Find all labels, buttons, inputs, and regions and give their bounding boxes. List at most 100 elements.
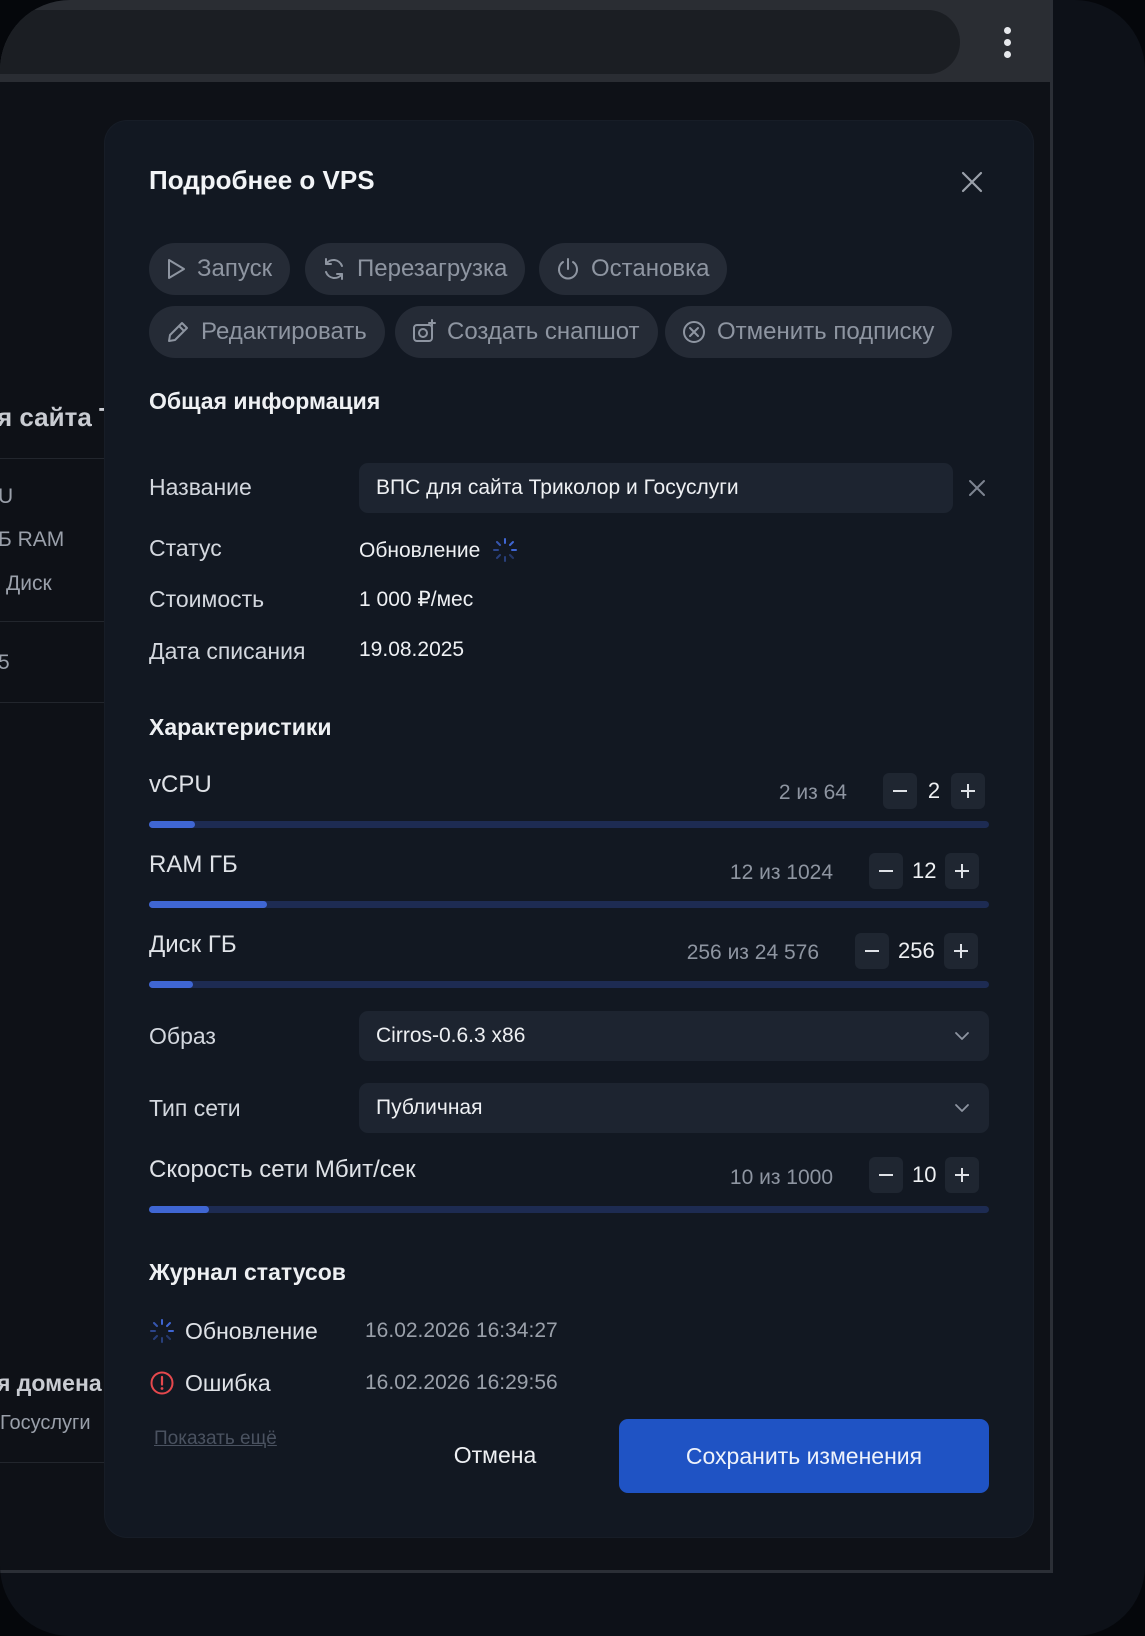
chevron-down-icon: [955, 1104, 969, 1112]
bg-text: Б RAM: [0, 528, 65, 551]
address-bar[interactable]: [0, 10, 960, 74]
stop-button[interactable]: Остановка: [539, 243, 728, 295]
billing-date-value: 19.08.2025: [359, 638, 465, 661]
cancel-subscription-button-label: Отменить подписку: [717, 318, 935, 345]
minus-icon: [865, 950, 879, 952]
refresh-icon: [325, 258, 343, 280]
ram-increment-button[interactable]: [945, 853, 980, 889]
bg-card-title: я домена: [0, 1370, 102, 1396]
vps-details-modal: Подробнее о VPS Запуск Перезагрузка Оста…: [105, 121, 1033, 1537]
network-speed-slider[interactable]: [149, 1206, 989, 1213]
vcpu-slider-fill: [149, 821, 196, 828]
image-label: Образ: [149, 1023, 216, 1049]
clear-icon[interactable]: [963, 474, 991, 502]
network-speed-decrement-button[interactable]: [869, 1157, 903, 1193]
cost-label: Стоимость: [149, 586, 265, 612]
billing-date-label: Дата списания: [149, 638, 306, 664]
bg-text: Диск: [6, 572, 52, 595]
network-speed-label: Скорость сети Мбит/сек: [149, 1156, 416, 1183]
screen-edge: [1050, 0, 1053, 1572]
network-type-label: Тип сети: [149, 1095, 241, 1121]
plus-icon: [955, 864, 970, 878]
image-select[interactable]: Cirros-0.6.3 x86: [359, 1011, 989, 1061]
log-entry: Ошибка 16.02.2026 16:29:56: [149, 1368, 558, 1398]
bg-text: 5: [0, 651, 10, 674]
ram-label: RAM ГБ: [149, 851, 238, 878]
stop-button-label: Остановка: [591, 255, 710, 282]
screen-edge: [0, 1570, 1053, 1573]
ram-decrement-button[interactable]: [869, 853, 903, 889]
ram-slider-fill: [149, 901, 267, 908]
network-type-select[interactable]: Публичная: [359, 1083, 989, 1133]
edit-button[interactable]: Редактировать: [149, 306, 385, 358]
network-speed-stepper: 10: [869, 1157, 980, 1193]
play-icon: [168, 259, 185, 279]
camera-plus-icon: [413, 319, 436, 342]
chevron-down-icon: [955, 1032, 969, 1040]
vcpu-slider[interactable]: [149, 821, 989, 828]
ram-stepper: 12: [869, 853, 980, 889]
start-button-label: Запуск: [197, 255, 273, 282]
modal-title: Подробнее о VPS: [149, 165, 375, 195]
log-entry-time: 16.02.2026 16:29:56: [365, 1371, 558, 1394]
restart-button[interactable]: Перезагрузка: [305, 243, 526, 295]
power-icon: [558, 258, 578, 280]
create-snapshot-button-label: Создать снапшот: [447, 318, 640, 345]
minus-icon: [893, 790, 907, 792]
bg-divider: [0, 458, 105, 459]
ram-value[interactable]: 12: [903, 853, 945, 889]
vcpu-decrement-button[interactable]: [883, 773, 917, 809]
minus-icon: [879, 870, 893, 872]
error-icon: [150, 1371, 174, 1395]
plus-icon: [955, 1168, 970, 1182]
network-speed-increment-button[interactable]: [945, 1157, 980, 1193]
plus-icon: [961, 784, 975, 798]
pencil-icon: [168, 322, 188, 342]
disk-slider-fill: [149, 981, 193, 988]
network-speed-count: 10 из 1000: [729, 1166, 833, 1189]
disk-increment-button[interactable]: [943, 933, 978, 969]
minus-icon: [879, 1174, 893, 1176]
network-speed-value[interactable]: 10: [903, 1157, 945, 1193]
browser-toolbar: [0, 0, 1052, 82]
disk-decrement-button[interactable]: [855, 933, 889, 969]
log-entry-status: Ошибка: [185, 1369, 271, 1396]
disk-value[interactable]: 256: [889, 933, 944, 969]
general-info-heading: Общая информация: [149, 388, 381, 414]
restart-button-label: Перезагрузка: [357, 255, 508, 282]
disk-stepper: 256: [855, 933, 978, 969]
bg-divider: [0, 702, 105, 703]
network-speed-slider-fill: [149, 1206, 210, 1213]
bg-text: U: [0, 485, 14, 508]
image-select-value: Cirros-0.6.3 x86: [376, 1024, 526, 1047]
vcpu-value[interactable]: 2: [917, 773, 951, 809]
ram-slider[interactable]: [149, 901, 989, 908]
cancel-button[interactable]: Отмена: [415, 1419, 575, 1491]
spinner-icon: [150, 1319, 174, 1343]
vcpu-label: vCPU: [149, 771, 212, 798]
edit-button-label: Редактировать: [201, 318, 367, 345]
name-input[interactable]: ВПС для сайта Триколор и Госуслуги: [359, 463, 953, 513]
save-changes-button[interactable]: Сохранить изменения: [619, 1419, 989, 1493]
vcpu-count: 2 из 64: [778, 781, 847, 804]
create-snapshot-button[interactable]: Создать снапшот: [395, 306, 658, 358]
status-value: Обновление: [359, 537, 518, 563]
disk-slider[interactable]: [149, 981, 989, 988]
bg-text: Госуслуги: [0, 1412, 91, 1434]
disk-label: Диск ГБ: [149, 931, 237, 958]
status-log-heading: Журнал статусов: [149, 1259, 346, 1285]
disk-count: 256 из 24 576: [686, 941, 819, 964]
name-input-value: ВПС для сайта Триколор и Госуслуги: [376, 476, 739, 499]
plus-icon: [953, 944, 968, 958]
specs-heading: Характеристики: [149, 714, 332, 740]
show-more-link[interactable]: Показать ещё: [154, 1428, 277, 1450]
kebab-menu-icon[interactable]: [992, 20, 1022, 64]
cancel-subscription-button[interactable]: Отменить подписку: [665, 306, 953, 358]
spinner-icon: [493, 538, 518, 562]
cancel-circle-icon: [683, 321, 705, 343]
log-entry: Обновление 16.02.2026 16:34:27: [149, 1316, 558, 1346]
vcpu-increment-button[interactable]: [951, 773, 985, 809]
close-icon[interactable]: [957, 167, 987, 197]
start-button[interactable]: Запуск: [149, 243, 291, 295]
network-type-select-value: Публичная: [376, 1096, 483, 1119]
